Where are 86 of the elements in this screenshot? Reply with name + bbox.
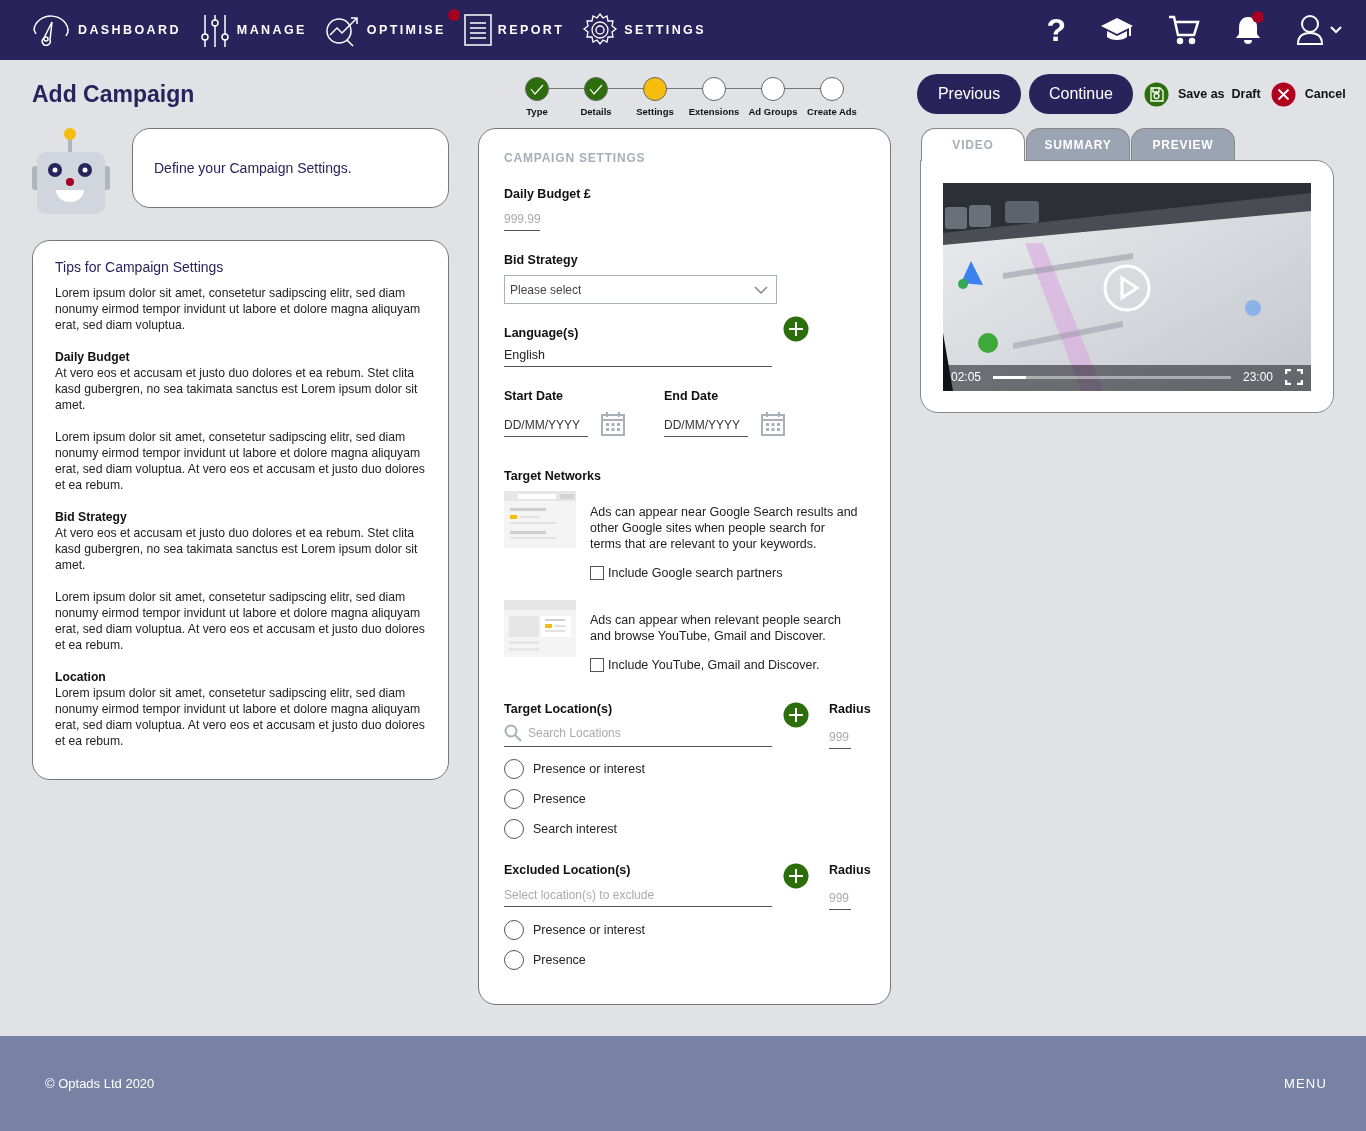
field-label: Start Date (504, 389, 565, 403)
page-title: Add Campaign (32, 80, 195, 108)
continue-button[interactable]: Continue (1029, 74, 1133, 114)
field-label: Language(s) (504, 326, 580, 340)
language-field[interactable]: English (504, 348, 772, 367)
tip-heading: Daily Budget (55, 349, 131, 365)
radius-field[interactable]: 999 (829, 889, 851, 910)
radio-button[interactable] (504, 789, 524, 809)
step-label: Extensions (688, 106, 740, 117)
save-icon[interactable] (1144, 81, 1169, 107)
display-network-illustration (504, 600, 576, 657)
search-field[interactable]: Search Locations (504, 724, 772, 747)
help-button[interactable]: ? (1046, 14, 1066, 46)
add-button[interactable] (783, 316, 809, 342)
notification-bell-icon[interactable] (1234, 15, 1262, 45)
checkbox[interactable] (590, 566, 604, 580)
date-field[interactable]: DD/MM/YYYY (504, 416, 588, 437)
section-title: CAMPAIGN SETTINGS (504, 151, 647, 165)
chevron-down-icon[interactable] (1330, 26, 1342, 34)
duration: 23:00 (1242, 370, 1273, 384)
tip-text: At vero eos et accusam et justo duo dolores et ea rebum. Stet clita kasd gubergren, no sea takimata sanctus est Lorem ipsum dolor sit amet. (55, 365, 419, 413)
tip-heading: Bid Strategy (55, 509, 128, 525)
bid-strategy-dropdown[interactable]: Please select (504, 275, 777, 304)
step-label: Ad Groups (748, 106, 798, 117)
radio-label: Search interest (533, 822, 618, 836)
tip-text: Lorem ipsum dolor sit amet, consetetur sadipscing elitr, sed diam nonumy eirmod tempor invidunt ut labore et dolore magna aliquyam erat, sed diam voluptua. At vero eos et accusam et justo duo dolores et ea rebum. (55, 685, 426, 749)
cancel-link[interactable]: Cancel (1304, 87, 1346, 101)
checkbox[interactable] (590, 658, 604, 672)
network-description: Ads can appear near Google Search results and other Google sites when people search for terms that are relevant to your keywords. (590, 504, 858, 552)
step-label: Settings (636, 106, 674, 117)
step-label: Details (580, 106, 612, 117)
chevron-down-icon (754, 285, 768, 294)
check-icon (589, 83, 603, 95)
check-icon (530, 83, 544, 95)
fullscreen-icon[interactable] (1285, 369, 1303, 385)
location-field[interactable]: Select location(s) to exclude (504, 886, 772, 907)
menu-link[interactable]: MENU (1283, 1076, 1327, 1091)
nav-link[interactable]: SETTINGS (582, 4, 706, 56)
progress-bar[interactable] (993, 375, 1231, 379)
cart-icon[interactable] (1168, 15, 1200, 45)
tip-heading: Location (55, 669, 107, 685)
step-label: Create Ads (807, 106, 857, 117)
gauge-icon (32, 14, 72, 46)
previous-button[interactable]: Previous (917, 74, 1021, 114)
field-label: Bid Strategy (504, 253, 579, 267)
current-time: 02:05 (951, 370, 982, 384)
step-label: Type (526, 106, 548, 117)
add-button[interactable] (783, 863, 809, 889)
radio-label: Presence (533, 953, 586, 967)
assistant-message: Define your Campaign Settings. (154, 160, 352, 176)
sliders-icon (198, 13, 231, 47)
search-input[interactable]: Search Locations (528, 726, 772, 740)
nav-link[interactable]: MANAGE (198, 5, 307, 55)
field-label: Daily Budget £ (504, 187, 592, 201)
field-label: Radius (829, 702, 871, 716)
search-results-illustration (504, 491, 576, 548)
copyright-text: © Optads Ltd 2020 (45, 1076, 155, 1091)
tip-text: At vero eos et accusam et justo duo dolores et ea rebum. Stet clita kasd gubergren, no sea takimata sanctus est Lorem ipsum dolor sit amet. (55, 525, 419, 573)
tip-text: Lorem ipsum dolor sit amet, consetetur sadipscing elitr, sed diam nonumy eirmod tempor invidunt ut labore et dolore magna aliquyam erat, sed diam voluptua. At vero eos et accusam et justo duo dolores et ea rebum. (55, 589, 426, 653)
field-label: Excluded Location(s) (504, 863, 632, 877)
budget-field[interactable]: 999.99 (504, 210, 540, 231)
radio-label: Presence or interest (533, 923, 645, 937)
checkbox-label: Include YouTube, Gmail and Discover. (608, 658, 820, 672)
cancel-icon[interactable] (1270, 81, 1296, 107)
radio-label: Presence (533, 792, 586, 806)
tip-text: Lorem ipsum dolor sit amet, consetetur sadipscing elitr, sed diam nonumy eirmod tempor invidunt ut labore et dolore magna aliquyam erat, sed diam voluptua. At vero eos et accusam et justo duo dolores et ea rebum. (55, 429, 426, 493)
document-icon (463, 14, 492, 46)
field-label: Target Networks (504, 469, 602, 483)
nav-link[interactable]: DASHBOARD (32, 6, 181, 54)
save-draft-link[interactable]: Save as Draft (1178, 87, 1261, 101)
nav-link[interactable]: REPORT (463, 6, 565, 54)
tips-title: Tips for Campaign Settings (55, 259, 225, 275)
account-icon[interactable] (1296, 14, 1324, 46)
field-label: End Date (664, 389, 720, 403)
add-button[interactable] (783, 702, 809, 728)
search-icon (504, 724, 522, 742)
field-label: Target Location(s) (504, 702, 614, 716)
date-field[interactable]: DD/MM/YYYY (664, 416, 748, 437)
tip-text: Lorem ipsum dolor sit amet, consetetur sadipscing elitr, sed diam nonumy eirmod tempor invidunt ut labore et dolore magna aliquyam erat, sed diam voluptua. (55, 285, 422, 333)
robot-icon (32, 128, 110, 214)
radio-label: Presence or interest (533, 762, 645, 776)
field-label: Radius (829, 863, 871, 877)
checkbox-label: Include Google search partners (608, 566, 783, 580)
network-description: Ads can appear when relevant people search and browse YouTube, Gmail and Discover. (590, 612, 842, 644)
nav-link[interactable]: OPTIMISE (324, 5, 446, 55)
radius-field[interactable]: 999 (829, 728, 851, 749)
